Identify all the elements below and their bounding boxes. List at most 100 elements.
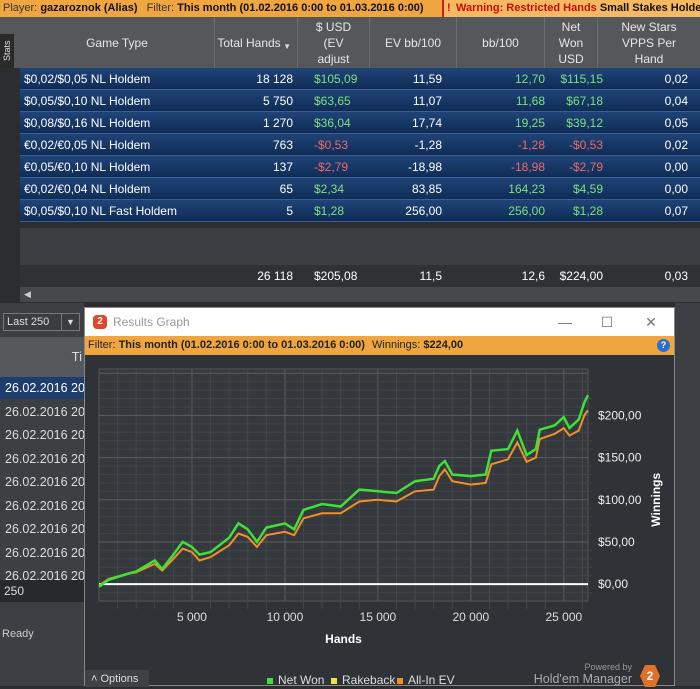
- legend-allin-ev[interactable]: All-In EV: [397, 673, 455, 687]
- hand-row[interactable]: 26.02.2016 20: [0, 424, 84, 446]
- table-cell: -$2,79: [314, 160, 349, 174]
- minimize-icon[interactable]: —: [555, 312, 575, 332]
- table-cell: 164,23: [508, 182, 545, 196]
- hand-row[interactable]: 26.02.2016 20: [0, 518, 84, 540]
- player-name: gazaroznok (Alias): [40, 2, 138, 14]
- table-cell: €0,02/€0,05 NL Holdem: [24, 138, 151, 152]
- col-bb100[interactable]: bb/100: [457, 17, 545, 68]
- help-icon[interactable]: ?: [657, 339, 670, 352]
- table-cell: 0,04: [664, 94, 688, 108]
- table-cell: 5: [286, 204, 293, 218]
- legend-swatch: [267, 677, 273, 684]
- window-title: Results Graph: [113, 315, 190, 329]
- y-tick-label: $200,00: [598, 408, 642, 422]
- legend-label: Rakeback: [342, 673, 396, 687]
- maximize-icon[interactable]: ☐: [597, 312, 617, 332]
- results-chart: 5 000 10 000 15 000 20 000 25 000 $0,00 $50,00…: [98, 368, 663, 646]
- table-cell: -18,98: [510, 160, 545, 174]
- table-cell: 0,02: [664, 72, 688, 86]
- table-cell: -$2,79: [568, 160, 603, 174]
- table-cell: -$0,53: [568, 138, 603, 152]
- stats-tab[interactable]: Stats: [0, 34, 14, 68]
- filter-value: This month (01.02.2016 0:00 to 01.03.201…: [118, 339, 365, 351]
- table-cell: 256,00: [405, 204, 442, 218]
- hand-row[interactable]: 26.02.2016 20: [0, 471, 84, 493]
- y-tick-label: $50,00: [598, 535, 635, 549]
- legend-swatch: [397, 677, 403, 684]
- table-cell: $67,18: [566, 94, 603, 108]
- table-cell: $0,02/$0,05 NL Holdem: [24, 72, 151, 86]
- table-cell: 137: [272, 160, 293, 174]
- table-cell: -1,28: [414, 138, 442, 152]
- table-row[interactable]: $0,05/$0,10 NL Holdem 5 750 $63,65 11,07 11,…: [20, 90, 700, 112]
- col-usd-ev[interactable]: $ USD (EV adjust: [298, 17, 370, 68]
- hm2-logo-icon: 2: [93, 315, 107, 329]
- y-tick-label: $100,00: [598, 493, 642, 507]
- filter-value: This month (01.02.2016 0:00 to 01.03.201…: [177, 2, 424, 14]
- hand-row[interactable]: 26.02.2016 20: [0, 495, 84, 517]
- legend-net-won[interactable]: Net Won: [267, 673, 324, 687]
- results-graph-window: 2 Results Graph — ☐ ✕ Filter: This month…: [84, 307, 675, 687]
- graph-filter-bar: Filter: This month (01.02.2016 0:00 to 0…: [85, 336, 674, 355]
- col-ev-bb100[interactable]: EV bb/100: [370, 17, 457, 68]
- scroll-left-icon[interactable]: ◀: [24, 289, 31, 300]
- table-row[interactable]: $0,02/$0,05 NL Holdem 18 128 $105,09 11,59 1…: [20, 68, 700, 90]
- table-cell: 11,07: [412, 94, 442, 108]
- table-row[interactable]: €0,02/€0,05 NL Holdem 763 -$0,53 -1,28 -1,28…: [20, 134, 700, 156]
- col-label: Total Hands: [217, 35, 281, 50]
- col-net-won[interactable]: Net Won USD: [545, 17, 598, 68]
- horizontal-scrollbar[interactable]: ◀: [20, 287, 700, 302]
- table-cell: 1 270: [262, 116, 293, 130]
- status-text: Ready: [2, 628, 34, 640]
- table-cell: 763: [272, 138, 293, 152]
- table-cell: -1,28: [517, 138, 545, 152]
- table-cell: $105,09: [314, 72, 358, 86]
- sort-down-icon: ▼: [283, 42, 291, 51]
- brand-name: Hold'em Manager: [533, 672, 632, 686]
- table-cell: $0,08/$0,16 NL Holdem: [24, 116, 151, 130]
- legend-label: All-In EV: [408, 673, 455, 687]
- table-cell: 17,74: [411, 116, 442, 130]
- table-cell: €0,05/€0,10 NL Holdem: [24, 160, 151, 174]
- table-cell: 0,00: [664, 160, 688, 174]
- table-cell: 18 128: [256, 72, 293, 86]
- warning-detail: Small Stakes Holdem: [599, 2, 700, 14]
- table-cell: 19,25: [514, 116, 545, 130]
- hand-row[interactable]: 26.02.2016 20: [0, 377, 84, 399]
- legend-rakeback[interactable]: Rakeback: [331, 673, 395, 687]
- table-cell: 0,07: [664, 204, 688, 218]
- x-tick-label: 5 000: [177, 610, 207, 624]
- total-cell: 11,5: [419, 269, 442, 283]
- table-row[interactable]: €0,02/€0,04 NL Holdem 65 $2,34 83,85 164,23 $…: [20, 178, 700, 200]
- col-time[interactable]: Ti: [0, 337, 84, 377]
- total-cell: 26 118: [257, 269, 293, 283]
- options-button[interactable]: ˄ Options: [85, 670, 149, 687]
- table-row[interactable]: $0,08/$0,16 NL Holdem 1 270 $36,04 17,74 19,…: [20, 112, 700, 134]
- stats-table-header: Stats Game Type Total Hands ▼ $ USD (EV a…: [0, 17, 700, 68]
- table-row[interactable]: $0,05/$0,10 NL Fast Holdem 5 $1,28 256,00 25…: [20, 200, 700, 222]
- table-row[interactable]: €0,05/€0,10 NL Holdem 137 -$2,79 -18,98 -18,…: [20, 156, 700, 178]
- warning-text: Warning: Restricted Hands: [456, 2, 597, 14]
- col-game-type[interactable]: Game Type: [20, 17, 215, 68]
- title-bar[interactable]: 2 Results Graph — ☐ ✕: [85, 308, 674, 336]
- table-cell: 65: [279, 182, 293, 196]
- table-cell: 83,85: [411, 182, 442, 196]
- total-cell: 0,03: [664, 269, 688, 283]
- total-cell: $205,08: [314, 269, 358, 283]
- table-cell: $1,28: [572, 204, 603, 218]
- x-tick-label: 10 000: [267, 610, 304, 624]
- x-tick-label: 25 000: [545, 610, 582, 624]
- hands-range-dropdown[interactable]: Last 250 ▼: [3, 313, 80, 331]
- legend-label: Net Won: [278, 673, 325, 687]
- hand-row[interactable]: 26.02.2016 20: [0, 542, 84, 564]
- filter-label: Filter:: [146, 2, 175, 14]
- col-total-hands[interactable]: Total Hands ▼: [215, 17, 298, 68]
- close-icon[interactable]: ✕: [641, 312, 661, 332]
- table-cell: 12,70: [514, 72, 545, 86]
- warning-banner[interactable]: ! Warning: Restricted Hands Small Stakes …: [442, 0, 700, 17]
- hand-row[interactable]: 26.02.2016 20: [0, 401, 84, 423]
- col-vpps[interactable]: New Stars VPPS Per Hand: [598, 17, 700, 68]
- hand-row[interactable]: 26.02.2016 20: [0, 448, 84, 470]
- options-label: Options: [100, 673, 139, 685]
- y-axis-label: Winnings: [649, 472, 663, 526]
